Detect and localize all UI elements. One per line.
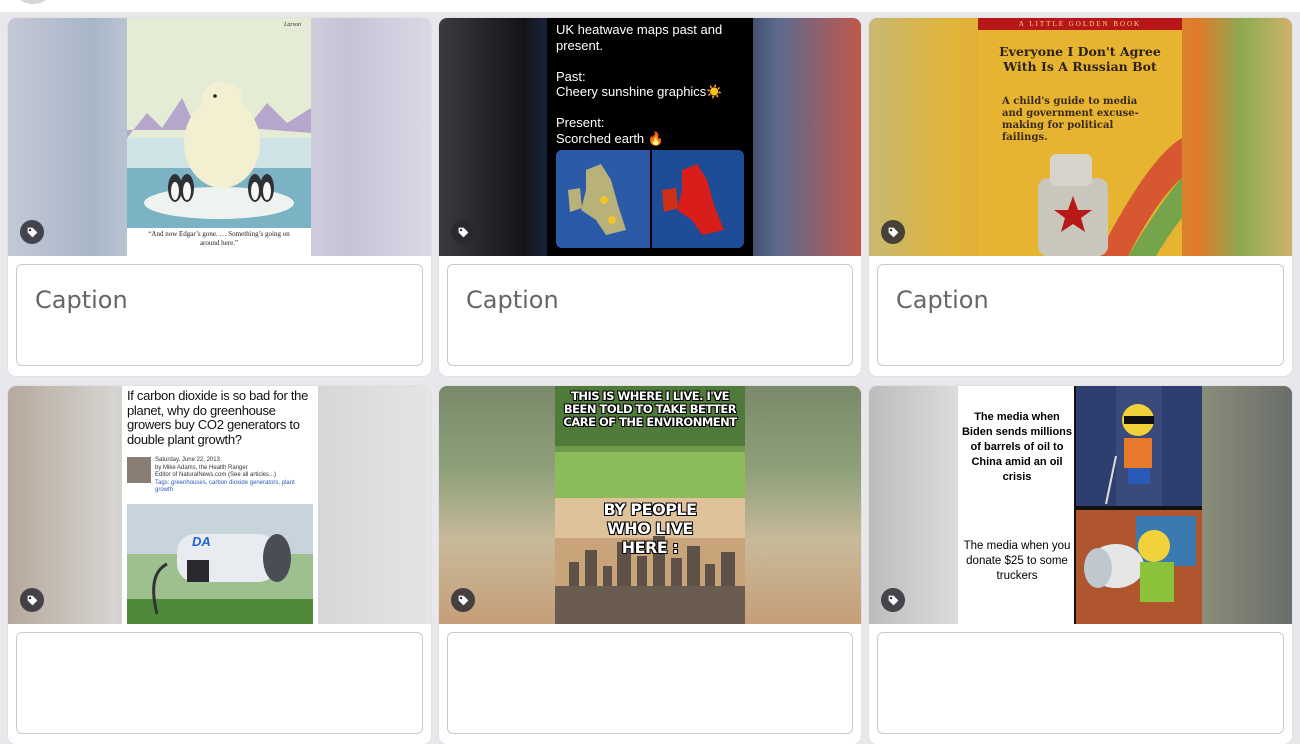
tag-button[interactable]	[451, 220, 475, 244]
book-title: Everyone I Don't Agree With Is A Russian…	[999, 44, 1161, 74]
image-preview[interactable]: If carbon dioxide is so bad for the plan…	[8, 386, 431, 624]
image-card: UK heatwave maps past and present. Past:…	[439, 18, 861, 376]
image-card: THIS IS WHERE I LIVE. I'VE BEEN TOLD TO …	[439, 386, 861, 744]
meme-bottom-text: BY PEOPLE WHO LIVE HERE :	[603, 500, 697, 557]
article-editor: Editor of NaturalNews.com (See all artic…	[155, 472, 277, 478]
tag-button[interactable]	[451, 588, 475, 612]
tag-icon	[458, 595, 468, 605]
image-card: If carbon dioxide is so bad for the plan…	[8, 386, 431, 744]
caption-field[interactable]	[447, 264, 853, 366]
tag-button[interactable]	[20, 588, 44, 612]
article-date: Saturday, June 22, 2013	[155, 457, 220, 463]
tag-button[interactable]	[881, 220, 905, 244]
post-line: present.	[556, 37, 603, 53]
caption-input[interactable]	[33, 285, 410, 315]
caption-field[interactable]	[16, 632, 423, 734]
caption-input[interactable]	[464, 285, 840, 315]
caption-field[interactable]	[877, 264, 1284, 366]
article-image: If carbon dioxide is so bad for the plan…	[122, 386, 318, 624]
author-photo	[127, 457, 151, 483]
article-author: by Mike Adams, the Health Ranger	[155, 464, 248, 471]
image-card: Larson “And now Edgar’s gone. … Somethin…	[8, 18, 431, 376]
comic-caption: “And now Edgar’s gone. … Something’s goi…	[148, 230, 290, 247]
post-line: Scorched earth 🔥	[556, 130, 664, 146]
meme-bottom-text: The media when you donate $25 to some tr…	[963, 540, 1071, 582]
meme-top-text: THIS IS WHERE I LIVE. I'VE BEEN TOLD TO …	[563, 389, 737, 429]
heatwave-image: UK heatwave maps past and present. Past:…	[547, 18, 753, 256]
caption-field[interactable]	[877, 632, 1284, 734]
caption-input[interactable]	[894, 285, 1271, 315]
book-cover-image: A LITTLE GOLDEN BOOK Everyone I Don't Ag…	[978, 18, 1182, 256]
top-bar	[0, 0, 1300, 12]
tag-icon	[458, 227, 468, 237]
post-line	[556, 100, 744, 116]
image-card: A LITTLE GOLDEN BOOK Everyone I Don't Ag…	[869, 18, 1292, 376]
tag-button[interactable]	[20, 220, 44, 244]
caption-field[interactable]	[447, 632, 853, 734]
post-line: Past:	[556, 68, 586, 84]
image-preview[interactable]: The media when Biden sends millions of b…	[869, 386, 1292, 624]
comic-image: Larson “And now Edgar’s gone. … Somethin…	[127, 18, 311, 256]
tag-button[interactable]	[881, 588, 905, 612]
tag-icon	[888, 227, 898, 237]
comic-signature: Larson	[283, 22, 301, 28]
image-preview[interactable]: A LITTLE GOLDEN BOOK Everyone I Don't Ag…	[869, 18, 1292, 256]
image-preview[interactable]: UK heatwave maps past and present. Past:…	[439, 18, 861, 256]
post-line: Present:	[556, 115, 605, 130]
tag-icon	[27, 227, 37, 237]
caption-input[interactable]	[464, 653, 840, 683]
image-preview[interactable]: Larson “And now Edgar’s gone. … Somethin…	[8, 18, 431, 256]
post-line: Cheery sunshine graphics☀️	[556, 84, 723, 99]
tag-icon	[27, 595, 37, 605]
book-banner: A LITTLE GOLDEN BOOK	[978, 18, 1182, 30]
meme-top-text: The media when Biden sends millions of b…	[961, 411, 1073, 483]
image-preview[interactable]: THIS IS WHERE I LIVE. I'VE BEEN TOLD TO …	[439, 386, 861, 624]
map-comparison	[556, 150, 744, 248]
article-tags: Tags: greenhouses, carbon dioxide genera…	[155, 479, 295, 494]
caption-input[interactable]	[894, 653, 1271, 683]
meme-image: The media when Biden sends millions of b…	[958, 386, 1202, 624]
post-line: UK heatwave maps past and	[556, 22, 723, 37]
post-line	[556, 53, 744, 69]
tag-icon	[888, 595, 898, 605]
avatar[interactable]	[18, 0, 48, 4]
image-grid: Larson “And now Edgar’s gone. … Somethin…	[8, 18, 1292, 744]
caption-field[interactable]	[16, 264, 423, 366]
caption-input[interactable]	[33, 653, 410, 683]
article-question: If carbon dioxide is so bad for the plan…	[127, 388, 309, 447]
generator-logo: DA	[192, 534, 211, 549]
image-card: The media when Biden sends millions of b…	[869, 386, 1292, 744]
meme-image: THIS IS WHERE I LIVE. I'VE BEEN TOLD TO …	[555, 386, 745, 624]
